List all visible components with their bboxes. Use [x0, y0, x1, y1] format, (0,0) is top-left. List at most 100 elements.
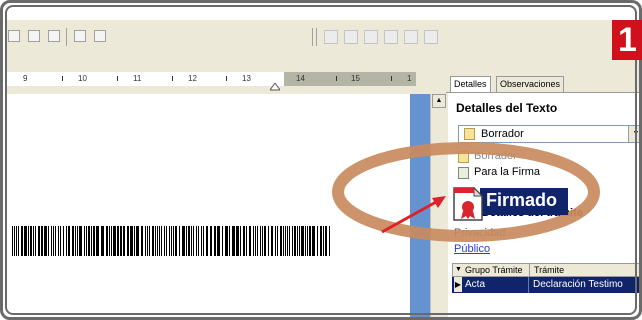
- barcode-bar: [307, 226, 308, 256]
- barcode-bar: [157, 226, 158, 256]
- document-icon: [458, 167, 469, 179]
- barcode-bar: [320, 226, 322, 256]
- open-icon[interactable]: [8, 30, 20, 42]
- barcode-bar: [55, 226, 56, 256]
- section-title: Detalles del Texto: [456, 101, 558, 115]
- barcode-bar: [130, 226, 133, 256]
- barcode-bar: [111, 226, 112, 256]
- ruler-label: 11: [133, 74, 142, 83]
- barcode-bar: [38, 226, 40, 256]
- barcode-bar: [79, 226, 82, 256]
- save-icon[interactable]: [28, 30, 40, 42]
- barcode-bar: [243, 226, 245, 256]
- disabled-tool-button[interactable]: [344, 30, 358, 44]
- barcode-bar: [88, 226, 90, 256]
- barcode-bar: [203, 226, 204, 256]
- barcode-bar: [28, 226, 29, 256]
- signed-document-icon: [453, 186, 484, 221]
- barcode-bar: [179, 226, 180, 256]
- barcode-bar: [141, 226, 143, 256]
- barcode-bar: [309, 226, 311, 256]
- barcode-bar: [222, 226, 223, 256]
- ruler-label: 13: [242, 74, 251, 83]
- barcode-bar: [58, 226, 59, 256]
- barcode-bar: [72, 226, 74, 256]
- barcode-bar: [196, 226, 197, 256]
- disabled-tool-button[interactable]: [384, 30, 398, 44]
- barcode-bar: [182, 226, 185, 256]
- privacy-value-link[interactable]: Público: [454, 243, 490, 255]
- ruler-tick: [336, 76, 337, 81]
- privacy-label: Privacidad: [454, 227, 506, 239]
- barcode-bar: [255, 226, 256, 256]
- vertical-scrollbar[interactable]: ▲: [430, 94, 446, 320]
- barcode-bar: [96, 226, 99, 256]
- barcode-bar: [93, 226, 95, 256]
- barcode-bar: [113, 226, 116, 256]
- barcode-bar: [91, 226, 92, 256]
- option-para-la-firma[interactable]: Para la Firma: [474, 166, 540, 178]
- table-row[interactable]: ▶ Acta Declaración Testimo: [452, 277, 642, 293]
- ruler-tick: [172, 76, 173, 81]
- barcode-bar: [24, 226, 27, 256]
- barcode-bar: [312, 226, 315, 256]
- barcode-bar: [225, 226, 228, 256]
- barcode-bar: [173, 226, 174, 256]
- barcode-bar: [123, 226, 125, 256]
- disabled-tool-button[interactable]: [424, 30, 438, 44]
- status-select[interactable]: Borrador ▼: [458, 125, 642, 143]
- indent-marker-icon[interactable]: [270, 83, 280, 91]
- ruler-tick: [226, 76, 227, 81]
- barcode-bar: [12, 226, 13, 256]
- disabled-tool-button[interactable]: [404, 30, 418, 44]
- barcode-bar: [285, 226, 286, 256]
- barcode-bar: [30, 226, 32, 256]
- tab-observaciones[interactable]: Observaciones: [496, 76, 565, 92]
- tab-detalles[interactable]: Detalles: [450, 76, 491, 92]
- barcode-bar: [145, 226, 146, 256]
- column-header-tramite[interactable]: Trámite: [534, 264, 564, 276]
- barcode-bar: [232, 226, 235, 256]
- barcode-bar: [275, 226, 276, 256]
- barcode-bar: [117, 226, 119, 256]
- cell-group: Acta: [465, 279, 486, 290]
- cell-tramite: Declaración Testimo: [533, 279, 623, 290]
- firmado-option[interactable]: Firmado: [452, 186, 568, 222]
- column-separator: [528, 277, 529, 293]
- barcode-bar: [299, 226, 300, 256]
- barcode-bar: [229, 226, 230, 256]
- barcode-bar: [35, 226, 36, 256]
- barcode-bar: [188, 226, 190, 256]
- barcode-bar: [33, 226, 34, 256]
- barcode-bar: [147, 226, 148, 256]
- barcode-bar: [289, 226, 290, 256]
- document-page[interactable]: [6, 94, 410, 320]
- copy-icon[interactable]: [48, 30, 60, 42]
- barcode-bar: [149, 226, 150, 256]
- barcode-bar: [325, 226, 327, 256]
- barcode-bar: [161, 226, 162, 256]
- document-icon: [464, 128, 475, 140]
- scroll-up-icon[interactable]: ▲: [432, 94, 446, 108]
- barcode-bar: [317, 226, 318, 256]
- barcode-bar: [246, 226, 247, 256]
- disabled-tool-button[interactable]: [324, 30, 338, 44]
- ruler-label: 12: [188, 74, 197, 83]
- table-icon[interactable]: [94, 30, 106, 42]
- column-header-grupo[interactable]: Grupo Trámite: [465, 264, 523, 276]
- disabled-tool-button[interactable]: [364, 30, 378, 44]
- column-separator: [529, 264, 530, 276]
- dropdown-arrow-icon[interactable]: ▼: [628, 126, 642, 142]
- page-margin-strip: [410, 94, 430, 320]
- toolbar-separator: [316, 28, 317, 46]
- barcode-bar: [249, 226, 251, 256]
- barcode-bar: [66, 226, 67, 256]
- barcode-bar: [268, 226, 269, 256]
- grid-icon[interactable]: [74, 30, 86, 42]
- barcode-bar: [277, 226, 278, 256]
- barcode-bar: [18, 226, 19, 256]
- barcode-bar: [262, 226, 263, 256]
- option-borrador[interactable]: Borrador: [474, 150, 517, 162]
- barcode-bar: [101, 226, 104, 256]
- barcode-bar: [280, 226, 282, 256]
